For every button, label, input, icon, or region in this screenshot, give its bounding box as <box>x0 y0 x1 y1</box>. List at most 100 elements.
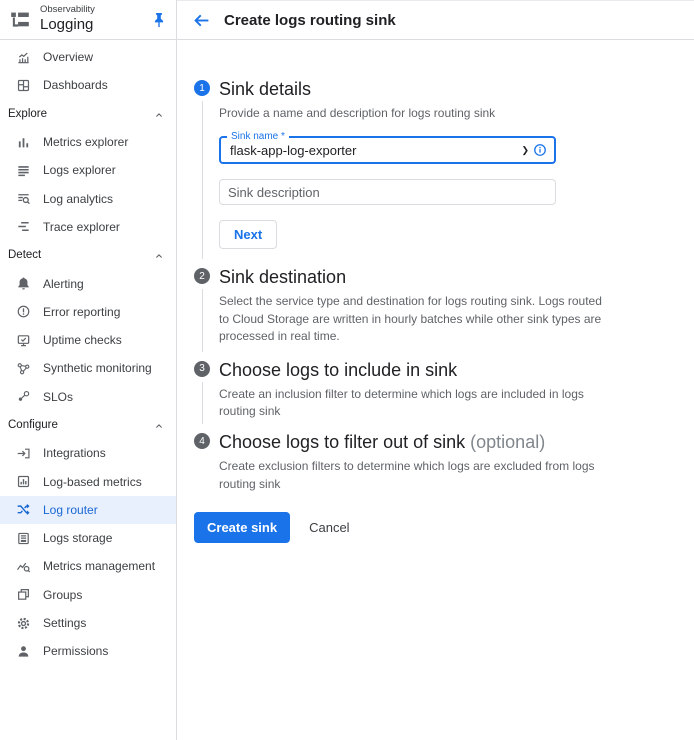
slos-nodes-icon <box>16 389 31 404</box>
groups-squares-icon <box>16 587 31 602</box>
sidebar-item-logs-storage[interactable]: Logs storage <box>0 524 176 552</box>
step-rail: 1 <box>194 77 210 265</box>
sink-name-field[interactable]: Sink name * ❯ <box>219 136 556 164</box>
sidebar-item-permissions[interactable]: Permissions <box>0 637 176 665</box>
chevron-up-icon <box>153 419 165 431</box>
step-connector-line <box>202 101 203 259</box>
sink-name-label: Sink name * <box>227 131 289 142</box>
trace-explorer-icon <box>16 219 31 234</box>
sink-description-field[interactable] <box>219 179 556 205</box>
sidebar-item-label: Logs storage <box>43 531 112 545</box>
sidebar-item-trace-explorer[interactable]: Trace explorer <box>0 213 176 241</box>
sidebar-item-overview[interactable]: Overview <box>0 43 176 71</box>
sidebar-item-metrics-explorer[interactable]: Metrics explorer <box>0 128 176 156</box>
sidebar-item-dashboards[interactable]: Dashboards <box>0 71 176 99</box>
sidebar-item-label: Metrics management <box>43 559 155 573</box>
step-title: Choose logs to include in sink <box>219 358 674 382</box>
sidebar-section-configure[interactable]: Configure <box>0 411 176 439</box>
sink-description-input[interactable] <box>228 185 547 200</box>
sidebar-item-label: Trace explorer <box>43 220 120 234</box>
sidebar-item-error-reporting[interactable]: Error reporting <box>0 298 176 326</box>
step-title: Sink destination <box>219 265 674 289</box>
next-button[interactable]: Next <box>219 220 277 249</box>
integrations-arrow-icon <box>16 446 31 461</box>
sidebar-item-uptime-checks[interactable]: Uptime checks <box>0 326 176 354</box>
alerting-bell-icon <box>16 276 31 291</box>
sidebar-item-label: Log-based metrics <box>43 475 142 489</box>
metrics-management-icon <box>16 559 31 574</box>
overview-chart-icon <box>16 50 31 65</box>
synthetic-monitoring-nodes-icon <box>16 361 31 376</box>
create-sink-button[interactable]: Create sink <box>194 512 290 543</box>
permissions-person-icon <box>16 644 31 659</box>
sidebar-nav: Overview Dashboards Explore Metrics expl… <box>0 40 176 666</box>
step-title-text: Choose logs to filter out of sink <box>219 432 465 452</box>
step-number-badge: 3 <box>194 361 210 377</box>
sidebar-item-label: Log router <box>43 503 98 517</box>
step-title: Choose logs to filter out of sink (optio… <box>219 430 674 454</box>
step-title: Sink details <box>219 77 674 101</box>
logging-product-icon <box>9 9 31 31</box>
sidebar-item-logs-explorer[interactable]: Logs explorer <box>0 156 176 184</box>
app-window: Observability Logging Overview Dashboard… <box>0 0 694 740</box>
back-arrow-icon[interactable] <box>192 11 211 30</box>
sidebar-section-detect[interactable]: Detect <box>0 241 176 269</box>
info-icon[interactable] <box>533 143 547 157</box>
main-panel: Create logs routing sink 1 Sink details … <box>177 0 694 740</box>
sidebar-item-label: Dashboards <box>43 78 108 92</box>
sidebar-item-label: Uptime checks <box>43 333 122 347</box>
chevron-right-icon: ❯ <box>521 145 529 156</box>
sidebar-item-label: Alerting <box>43 277 84 291</box>
sidebar-item-label: Log analytics <box>43 192 113 206</box>
page-title: Create logs routing sink <box>224 12 396 29</box>
step-exclude-logs: 4 Choose logs to filter out of sink (opt… <box>194 430 674 503</box>
logs-storage-box-icon <box>16 531 31 546</box>
sidebar-item-groups[interactable]: Groups <box>0 581 176 609</box>
sidebar-item-integrations[interactable]: Integrations <box>0 439 176 467</box>
step-number-badge: 2 <box>194 268 210 284</box>
sidebar-item-alerting[interactable]: Alerting <box>0 269 176 297</box>
pin-icon[interactable] <box>150 11 168 29</box>
page-header: Create logs routing sink <box>177 1 694 40</box>
sidebar-item-log-router[interactable]: Log router <box>0 496 176 524</box>
product-eyebrow: Observability <box>40 5 150 16</box>
log-router-shuffle-icon <box>16 502 31 517</box>
section-label: Explore <box>8 108 47 120</box>
sidebar-item-label: Overview <box>43 50 93 64</box>
sidebar-item-label: Groups <box>43 588 82 602</box>
sink-name-input[interactable] <box>230 143 517 158</box>
chevron-up-icon <box>153 108 165 120</box>
sidebar-item-log-based-metrics[interactable]: Log-based metrics <box>0 467 176 495</box>
step-number-badge: 1 <box>194 80 210 96</box>
sidebar-item-label: Synthetic monitoring <box>43 361 152 375</box>
sidebar-item-slos[interactable]: SLOs <box>0 383 176 411</box>
step-rail: 2 <box>194 265 210 357</box>
sidebar-item-settings[interactable]: Settings <box>0 609 176 637</box>
sidebar-item-metrics-management[interactable]: Metrics management <box>0 552 176 580</box>
product-name: Logging <box>40 16 150 33</box>
step-title-optional: (optional) <box>470 432 545 452</box>
step-sink-details: 1 Sink details Provide a name and descri… <box>194 77 674 265</box>
sidebar-item-label: SLOs <box>43 390 73 404</box>
metrics-explorer-bars-icon <box>16 135 31 150</box>
sidebar-item-synthetic-monitoring[interactable]: Synthetic monitoring <box>0 354 176 382</box>
step-description: Select the service type and destination … <box>219 293 611 345</box>
section-label: Configure <box>8 419 58 431</box>
sidebar-item-label: Error reporting <box>43 305 120 319</box>
sidebar-item-label: Metrics explorer <box>43 135 128 149</box>
sidebar-item-label: Logs explorer <box>43 163 116 177</box>
sidebar-section-explore[interactable]: Explore <box>0 100 176 128</box>
chevron-up-icon <box>153 249 165 261</box>
sidebar-item-label: Permissions <box>43 644 108 658</box>
sidebar-item-log-analytics[interactable]: Log analytics <box>0 184 176 212</box>
sidebar-item-label: Integrations <box>43 446 106 460</box>
log-based-metrics-icon <box>16 474 31 489</box>
sidebar-header: Observability Logging <box>0 0 176 40</box>
cancel-button[interactable]: Cancel <box>309 520 349 535</box>
wizard-content: 1 Sink details Provide a name and descri… <box>177 40 694 543</box>
step-connector-line <box>202 289 203 351</box>
step-rail: 4 <box>194 430 210 503</box>
log-analytics-search-icon <box>16 191 31 206</box>
step-number-badge: 4 <box>194 433 210 449</box>
step-description: Create exclusion filters to determine wh… <box>219 458 611 493</box>
